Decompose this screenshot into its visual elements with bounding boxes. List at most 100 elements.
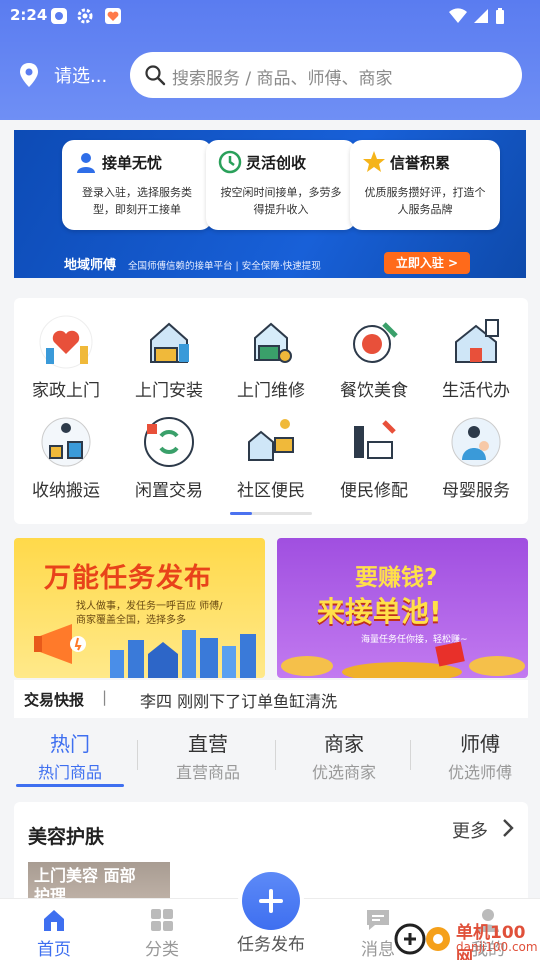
search-bar[interactable]: 搜索服务 / 商品、师傅、商家 [130,52,522,98]
tab-hot[interactable]: 热门 热门商品 [10,728,130,783]
nav-home[interactable]: 首页 [14,907,94,960]
installation-icon [150,322,189,363]
dining-icon [353,322,398,363]
location-pin-icon[interactable] [18,62,40,88]
category-repair[interactable]: 上门维修 [221,312,321,401]
banner-card-title: 接单无忧 [102,154,163,172]
tab-divider [275,740,276,770]
category-label: 生活代办 [442,381,510,401]
category-housekeeping[interactable]: 家政上门 [16,312,116,401]
banner-card-desc: 优质服务攒好评，打造个人服务品牌 [364,186,486,216]
category-tools[interactable]: 便民修配 [324,412,424,501]
tab-divider [410,740,411,770]
moving-icon [41,417,91,467]
tab-title: 商家 [324,732,364,756]
repair-icon [254,322,292,363]
city-skyline-image [110,630,256,678]
category-moving[interactable]: 收纳搬运 [16,412,116,501]
nav-label: 分类 [145,940,179,960]
maternal-icon [451,417,501,467]
app-notification-icon [51,8,67,24]
message-icon [367,910,389,930]
coins-image [281,641,525,678]
home-icon [44,910,64,931]
publish-task-button-core [242,872,300,930]
grid-page-indicator [230,512,312,515]
search-icon [145,65,166,86]
tab-master[interactable]: 师傅 优选师傅 [420,728,540,783]
promo-title-1: 要赚钱? [355,565,438,591]
category-label: 餐饮美食 [340,381,408,401]
section-title: 美容护肤 [28,826,105,848]
join-now-button[interactable]: 立即入驻 > [384,252,470,274]
settings-status-icon [77,8,93,24]
tab-subtitle: 优选商家 [311,763,376,782]
banner-card-3: 信誉积累 优质服务攒好评，打造个人服务品牌 [350,140,500,230]
banner-card-title: 灵活创收 [246,154,307,172]
page-indicator-active [230,512,252,515]
banner-card-title: 信誉积累 [390,154,451,172]
chevron-right-icon[interactable] [500,818,516,838]
tab-title: 直营 [188,732,228,756]
wifi-icon [449,8,467,23]
tab-direct[interactable]: 直营 直营商品 [148,728,268,783]
category-dining[interactable]: 餐饮美食 [324,312,424,401]
trade-news-ticker[interactable]: 交易快报 | 李四 刚刚下了订单鱼缸清洗 [14,680,528,718]
category-label: 社区便民 [237,481,305,501]
tab-title: 热门 [50,732,90,756]
category-label: 母婴服务 [442,481,510,501]
category-errand[interactable]: 生活代办 [426,312,526,401]
category-label: 上门维修 [237,381,305,401]
signal-icon [474,9,488,23]
banner-card-1: 接单无忧 登录入驻，选择服务类型，即刻开工接单 [62,140,212,230]
banner-slogan: 全国师傅信赖的接单平台 | 安全保障·快速提现 [128,261,321,272]
tab-subtitle: 直营商品 [175,763,240,782]
tab-divider [137,740,138,770]
tools-icon [354,420,396,459]
watermark-url: danji100.com [456,940,538,954]
app-heart-icon [105,8,121,24]
active-tab-indicator [16,784,124,787]
nav-category[interactable]: 分类 [122,907,202,960]
category-installation[interactable]: 上门安装 [119,312,219,401]
location-selector[interactable]: 请选... [54,62,107,88]
star-icon [363,151,385,172]
category-grid: 家政上门 上门安装 上门维修 餐饮美食 生活代办 收纳搬运 闲置交易 社区便民 … [14,298,528,524]
tab-title: 师傅 [460,732,500,756]
status-bar: 2:24 [0,0,540,32]
more-link[interactable]: 更多 [452,817,488,843]
errand-icon [455,319,499,363]
tab-subtitle: 优选师傅 [447,763,512,782]
search-placeholder: 搜索服务 / 商品、师傅、商家 [172,69,393,89]
ticker-separator: | [102,688,108,706]
ticker-label: 交易快报 [24,691,85,709]
nav-label: 首页 [37,940,71,960]
tab-merchant[interactable]: 商家 优选商家 [284,728,404,783]
category-community[interactable]: 社区便民 [221,412,321,501]
secondhand-icon [144,417,194,467]
category-maternal[interactable]: 母婴服务 [426,412,526,501]
grid-icon [151,909,173,931]
recruit-banner[interactable]: 接单无忧 登录入驻，选择服务类型，即刻开工接单 灵活创收 按空闲时间接单，多劳多… [14,130,526,278]
banner-card-desc: 登录入驻，选择服务类型，即刻开工接单 [82,186,192,216]
category-label: 便民修配 [340,481,408,501]
promo-title: 万能任务发布 [44,563,212,594]
category-label: 家政上门 [32,381,100,401]
community-icon [248,419,294,461]
banner-card-2: 灵活创收 按空闲时间接单，多劳多得提升收入 [206,140,356,230]
status-time: 2:24 [10,6,48,24]
watermark: 单机100网 danji100.com [394,918,540,960]
clock-icon [218,150,242,174]
publish-task-button[interactable] [238,868,304,934]
ticker-message: 李四 刚刚下了订单鱼缸清洗 [140,692,338,711]
user-icon [77,153,95,173]
category-label: 上门安装 [135,381,203,401]
banner-brand: 地域师傅 [64,258,117,273]
megaphone-icon [34,624,86,664]
housekeeping-icon [39,315,93,369]
order-pool-promo[interactable]: 要赚钱? 来接单池! 海量任务任你接，轻松赚~ [277,538,528,678]
promo-title-2: 来接单池! [317,595,442,628]
task-publish-promo[interactable]: 万能任务发布 找人做事，发任务一呼百应 师傅/商家覆盖全国，选择多多 [14,538,265,678]
category-secondhand[interactable]: 闲置交易 [119,412,219,501]
tab-subtitle: 热门商品 [37,763,102,782]
